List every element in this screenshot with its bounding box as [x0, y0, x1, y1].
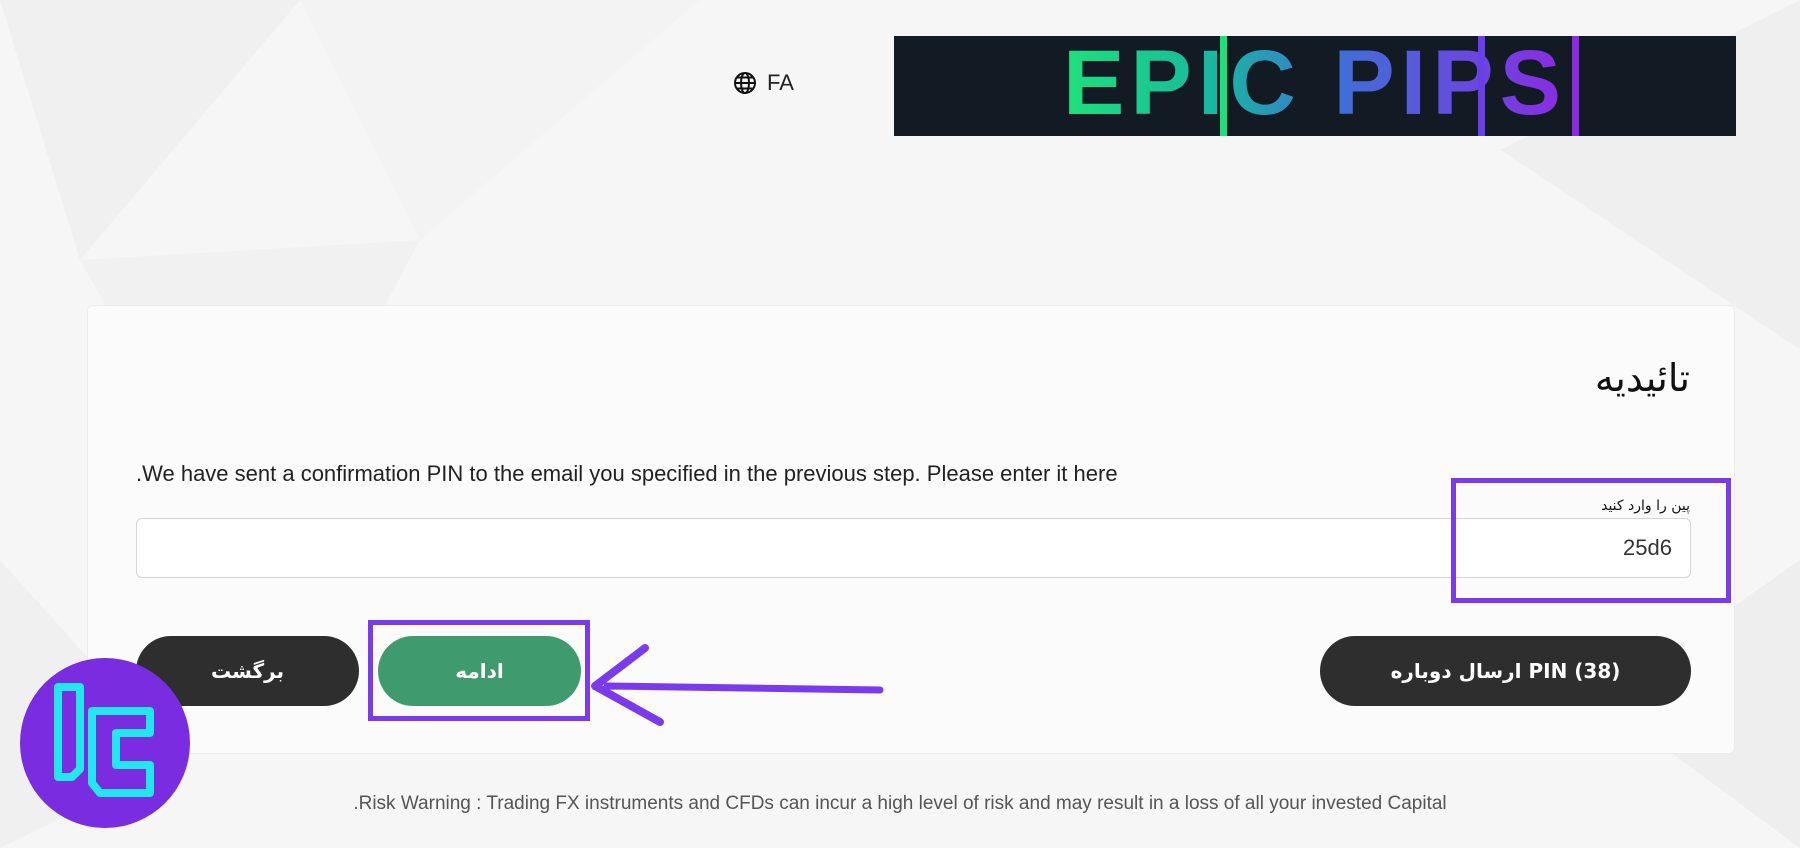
risk-warning: .Risk Warning : Trading FX instruments a… — [353, 793, 1447, 814]
page-title: تائیدیه — [1594, 356, 1690, 400]
language-selector[interactable]: FA — [733, 70, 794, 96]
confirmation-card: تائیدیه .We have sent a confirmation PIN… — [87, 305, 1735, 754]
pin-field-label: پین را وارد کنید — [1601, 498, 1690, 514]
language-label: FA — [767, 70, 794, 95]
instruction-text: .We have sent a confirmation PIN to the … — [136, 461, 1118, 486]
continue-button[interactable]: ادامه — [378, 636, 581, 706]
globe-icon — [734, 72, 756, 94]
resend-pin-button[interactable]: ارسال دوباره PIN (38) — [1320, 636, 1691, 706]
pin-input[interactable] — [136, 518, 1691, 578]
epic-pips-logo: EPIC PIPS — [894, 36, 1736, 136]
logo-text: EPIC PIPS — [1063, 36, 1567, 134]
pointer-arrow-icon — [591, 644, 884, 726]
tl-watermark-logo — [20, 658, 190, 828]
